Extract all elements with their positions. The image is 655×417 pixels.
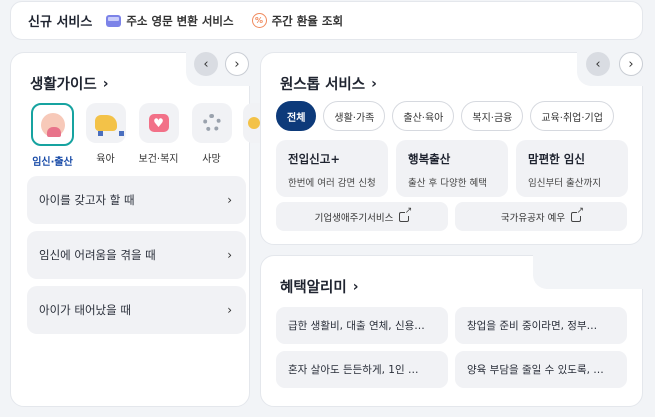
chevron-left-icon: ‹ (203, 56, 209, 72)
weekly-exchange-rate-link[interactable]: % 주간 환율 조회 (251, 13, 344, 29)
life-guide-card: 생활가이드 › 임신·출산 육아 ♥ 보건·복지 사망 아이를 갖고자 할 때 … (10, 52, 263, 407)
benefit-item[interactable]: 창업을 준비 중이라면, 정부… (455, 307, 627, 344)
health-heart-icon: ♥ (148, 114, 169, 132)
external-link-icon (399, 206, 413, 222)
one-stop-next-button[interactable]: › (619, 52, 643, 76)
chevron-right-icon: › (628, 56, 634, 72)
life-guide-title: 생활가이드 (30, 77, 97, 93)
life-guide-categories: 임신·출산 육아 ♥ 보건·복지 사망 (31, 103, 263, 168)
question-label: 임신에 어려움을 겪을 때 (39, 248, 156, 262)
category-health-welfare[interactable]: ♥ 보건·복지 (137, 103, 180, 168)
exchange-rate-icon: % (251, 13, 267, 28)
chevron-right-icon: › (227, 303, 232, 317)
category-label: 임신·출산 (32, 157, 73, 168)
external-link-icon (571, 206, 585, 222)
stroller-icon (94, 115, 124, 136)
question-label: 아이가 태어났을 때 (39, 303, 131, 317)
question-item[interactable]: 아이를 갖고자 할 때 › (27, 176, 246, 224)
feature-title: 행복출산 (408, 152, 451, 166)
feature-desc: 임신부터 출산까지 (528, 178, 601, 189)
category-pregnancy[interactable]: 임신·출산 (31, 103, 74, 168)
filter-education-job-business[interactable]: 교육·취업·기업 (530, 101, 614, 131)
filter-all[interactable]: 전체 (276, 101, 317, 131)
question-label: 아이를 갖고자 할 때 (39, 193, 135, 207)
category-label: 보건·복지 (138, 154, 179, 165)
life-guide-prev-button[interactable]: ‹ (194, 52, 218, 76)
benefit-item[interactable]: 혼자 살아도 든든하게, 1인 … (276, 351, 448, 388)
address-english-service-link[interactable]: 주소 영문 변환 서비스 (106, 13, 234, 29)
one-stop-title: 원스톱 서비스 (280, 77, 366, 93)
benefit-item[interactable]: 급한 생활비, 대출 연체, 신용… (276, 307, 448, 344)
chevron-left-icon: ‹ (595, 56, 601, 72)
envelope-icon (106, 14, 122, 27)
one-stop-prev-button[interactable]: ‹ (586, 52, 610, 76)
feature-title: 맘편한 임신 (528, 152, 585, 166)
benefit-alert-card: 혜택알리미 › 급한 생활비, 대출 연체, 신용… 창업을 준비 중이라면, … (260, 255, 645, 407)
chevron-right-icon: › (227, 248, 232, 262)
filter-birth-childcare[interactable]: 출산·육아 (392, 101, 455, 131)
feature-title: 전입신고+ (288, 152, 340, 166)
feature-comfortable-pregnancy[interactable]: 맘편한 임신 임신부터 출산까지 (516, 140, 628, 197)
address-english-service-label: 주소 영문 변환 서비스 (126, 13, 234, 28)
life-guide-next-button[interactable]: › (225, 52, 249, 76)
benefit-alert-title-link[interactable]: 혜택알리미 › (280, 276, 358, 297)
chevron-right-icon: › (227, 193, 232, 207)
feature-desc: 한번에 여러 감면 신청 (288, 178, 376, 189)
question-item[interactable]: 아이가 태어났을 때 › (27, 286, 246, 334)
flower-icon (202, 114, 221, 132)
filter-welfare-finance[interactable]: 복지·금융 (461, 101, 524, 131)
one-stop-service-card: 원스톱 서비스 › 전체 생활·가족 출산·육아 복지·금융 교육·취업·기업 … (260, 52, 643, 245)
link-label: 국가유공자 예우 (500, 212, 566, 224)
national-merit-link[interactable]: 국가유공자 예우 (455, 202, 627, 231)
new-services-bar: 신규 서비스 주소 영문 변환 서비스 % 주간 환율 조회 (10, 1, 643, 40)
benefit-alert-title: 혜택알리미 (280, 280, 347, 296)
chevron-right-icon: › (352, 278, 359, 295)
life-guide-title-link[interactable]: 생활가이드 › (30, 73, 108, 94)
new-services-title: 신규 서비스 (28, 15, 93, 30)
feature-desc: 출산 후 다양한 혜택 (408, 178, 487, 189)
category-label: 육아 (96, 154, 115, 165)
category-label: 사망 (202, 154, 221, 165)
filter-life-family[interactable]: 생활·가족 (323, 101, 386, 131)
chevron-right-icon: › (102, 75, 109, 92)
category-childcare[interactable]: 육아 (84, 103, 127, 168)
pregnancy-icon (40, 112, 65, 137)
one-stop-title-link[interactable]: 원스톱 서비스 › (280, 73, 377, 94)
benefit-item[interactable]: 양육 부담을 줄일 수 있도록, … (455, 351, 627, 388)
chevron-right-icon: › (234, 56, 240, 72)
one-stop-filters: 전체 생활·가족 출산·육아 복지·금융 교육·취업·기업 (276, 101, 614, 131)
weekly-exchange-rate-label: 주간 환율 조회 (271, 13, 344, 28)
link-label: 기업생애주기서비스 (314, 212, 394, 224)
chevron-right-icon: › (371, 75, 377, 92)
category-death[interactable]: 사망 (190, 103, 233, 168)
feature-move-in-report[interactable]: 전입신고+ 한번에 여러 감면 신청 (276, 140, 388, 197)
feature-happy-birth[interactable]: 행복출산 출산 후 다양한 혜택 (396, 140, 508, 197)
question-item[interactable]: 임신에 어려움을 겪을 때 › (27, 231, 246, 279)
business-lifecycle-link[interactable]: 기업생애주기서비스 (276, 202, 448, 231)
